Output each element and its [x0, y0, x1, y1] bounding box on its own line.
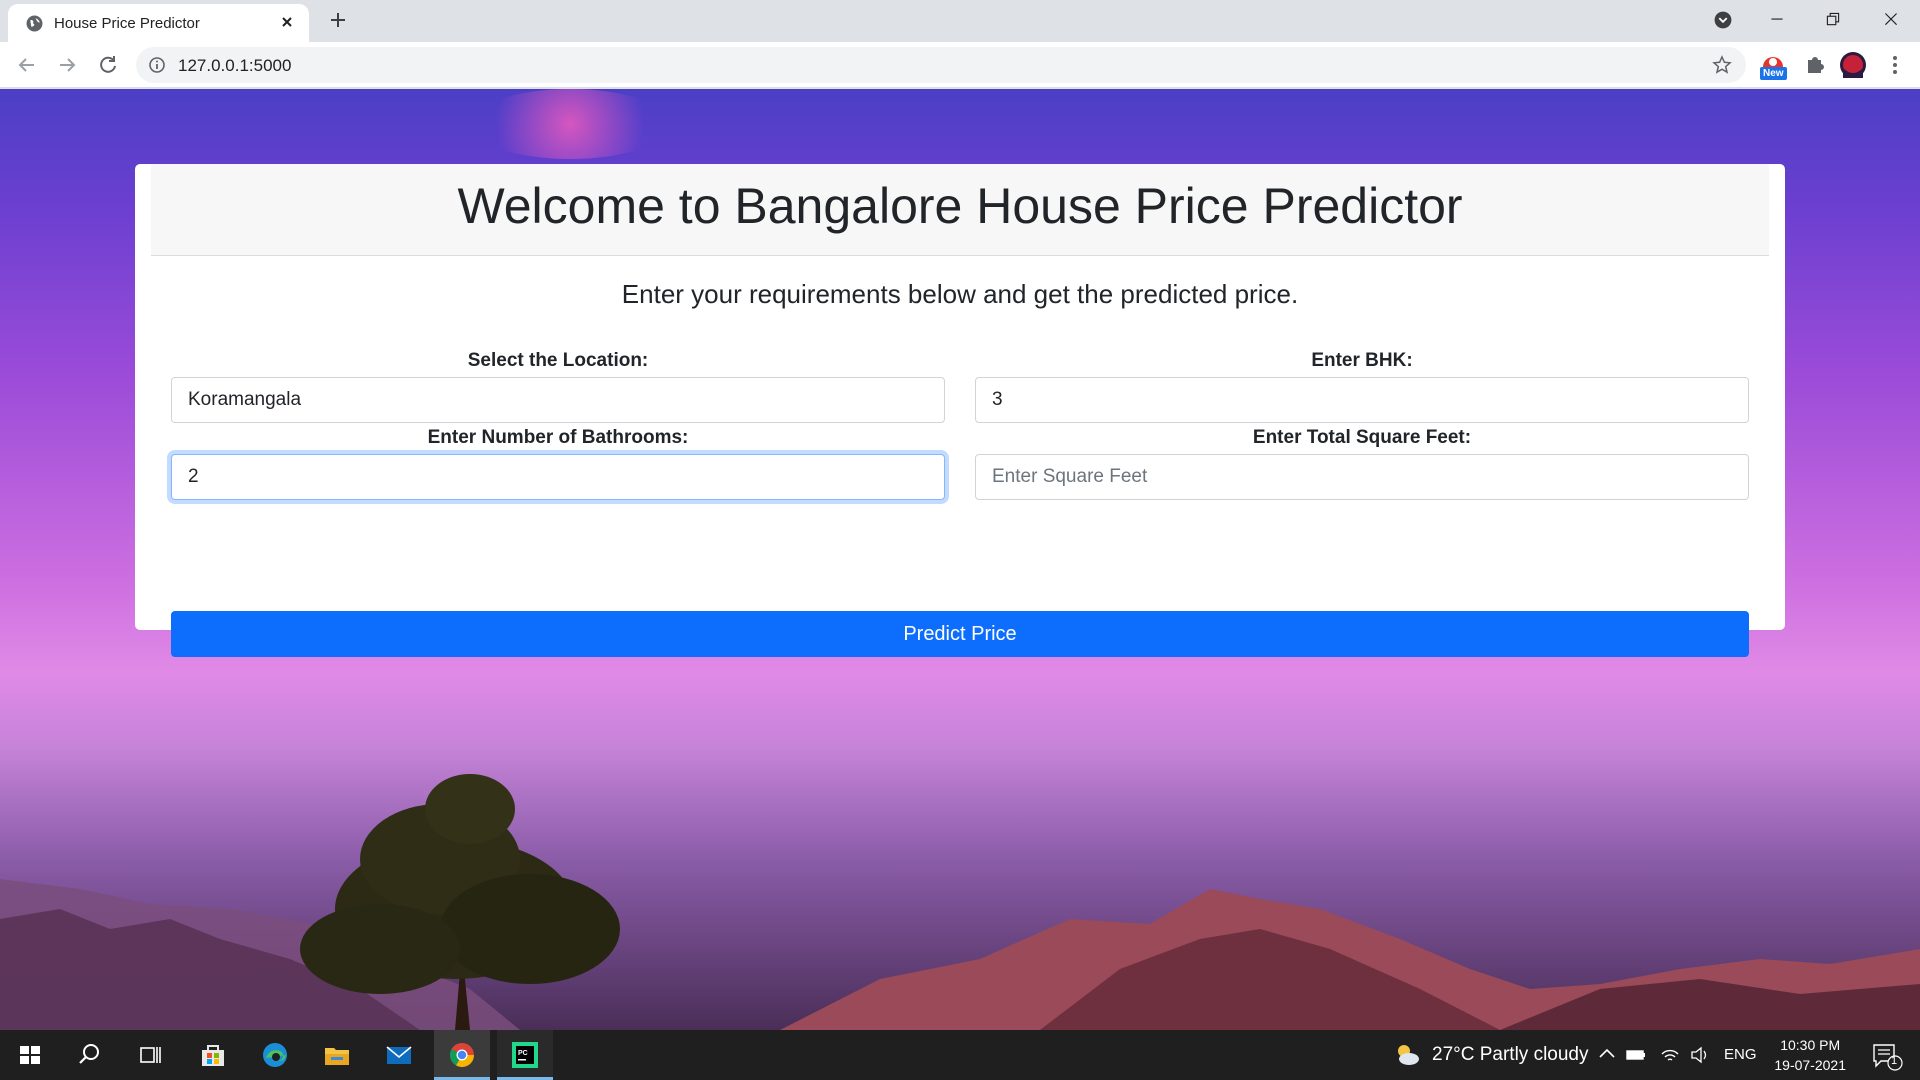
- puzzle-extensions-icon[interactable]: [1800, 50, 1830, 80]
- location-field[interactable]: [171, 377, 945, 423]
- card-header: Welcome to Bangalore House Price Predict…: [151, 164, 1769, 256]
- new-tab-icon[interactable]: [326, 8, 350, 32]
- extension-new-button[interactable]: New: [1758, 50, 1788, 80]
- language-indicator[interactable]: ENG: [1724, 1046, 1757, 1063]
- clock-date: 19-07-2021: [1774, 1057, 1846, 1073]
- page-subtitle: Enter your requirements below and get th…: [621, 279, 1299, 309]
- profile-avatar[interactable]: [1838, 50, 1868, 80]
- weather-partly-cloudy-icon[interactable]: [1390, 1038, 1424, 1072]
- sqft-field[interactable]: [975, 454, 1749, 500]
- new-badge: New: [1760, 67, 1787, 80]
- bathrooms-field[interactable]: [171, 454, 945, 500]
- page-viewport: Welcome to Bangalore House Price Predict…: [0, 89, 1920, 1030]
- profile-menu-icon[interactable]: [1708, 6, 1738, 34]
- edge-browser-icon[interactable]: [258, 1038, 292, 1072]
- windows-taskbar: PC 27°C Partly cloudy ENG 10:30 PM 19-07…: [0, 1030, 1920, 1080]
- close-tab-icon[interactable]: [277, 12, 297, 32]
- volume-icon[interactable]: [1688, 1038, 1712, 1072]
- close-window-icon[interactable]: [1876, 6, 1906, 34]
- chevron-up-icon[interactable]: [1595, 1038, 1619, 1072]
- notification-center-button[interactable]: 1: [1866, 1038, 1906, 1072]
- chrome-icon: [449, 1043, 474, 1068]
- bookmark-star-icon[interactable]: [1712, 55, 1732, 75]
- clock-time: 10:30 PM: [1780, 1037, 1841, 1053]
- mail-icon[interactable]: [382, 1038, 416, 1072]
- url-text: 127.0.0.1:5000: [178, 56, 292, 75]
- minimize-icon[interactable]: [1762, 6, 1792, 34]
- restore-icon[interactable]: [1818, 6, 1848, 34]
- wifi-icon[interactable]: [1658, 1038, 1682, 1072]
- bhk-field[interactable]: [975, 377, 1749, 423]
- search-icon[interactable]: [72, 1038, 106, 1072]
- sqft-label: Enter Total Square Feet:: [1252, 427, 1472, 448]
- weather-text[interactable]: 27°C Partly cloudy: [1432, 1044, 1589, 1066]
- bhk-label: Enter BHK:: [1311, 350, 1413, 371]
- browser-tabstrip: House Price Predictor: [0, 0, 1920, 42]
- clock[interactable]: 10:30 PM 19-07-2021: [1774, 1035, 1846, 1075]
- reload-icon[interactable]: [94, 51, 122, 79]
- pycharm-icon: PC: [512, 1042, 538, 1068]
- store-icon[interactable]: [196, 1038, 230, 1072]
- page-title: Welcome to Bangalore House Price Predict…: [457, 178, 1463, 234]
- notification-icon: [1873, 1044, 1903, 1071]
- info-icon[interactable]: [148, 56, 166, 74]
- bathrooms-label: Enter Number of Bathrooms:: [427, 427, 689, 448]
- more-menu-icon[interactable]: [1880, 50, 1910, 80]
- address-bar[interactable]: 127.0.0.1:5000: [136, 47, 1746, 83]
- svg-text:PC: PC: [518, 1050, 528, 1057]
- location-label: Select the Location:: [467, 350, 649, 371]
- avatar-icon: [1840, 52, 1866, 78]
- back-arrow-icon[interactable]: [13, 51, 41, 79]
- task-view-icon[interactable]: [133, 1038, 167, 1072]
- chrome-taskbar-button[interactable]: [434, 1030, 490, 1080]
- pycharm-taskbar-button[interactable]: PC: [497, 1030, 553, 1080]
- tab-title: House Price Predictor: [54, 15, 200, 32]
- predictor-card: Welcome to Bangalore House Price Predict…: [135, 164, 1785, 657]
- forward-arrow-icon[interactable]: [53, 51, 81, 79]
- file-explorer-icon[interactable]: [320, 1038, 354, 1072]
- windows-start-icon[interactable]: [13, 1038, 47, 1072]
- globe-icon: [26, 15, 43, 32]
- browser-tab[interactable]: House Price Predictor: [8, 4, 309, 42]
- predict-price-button[interactable]: Predict Price: [171, 611, 1749, 657]
- battery-icon[interactable]: [1624, 1038, 1648, 1072]
- notification-count: 1: [1891, 1055, 1898, 1067]
- browser-toolbar: 127.0.0.1:5000 New: [0, 42, 1920, 88]
